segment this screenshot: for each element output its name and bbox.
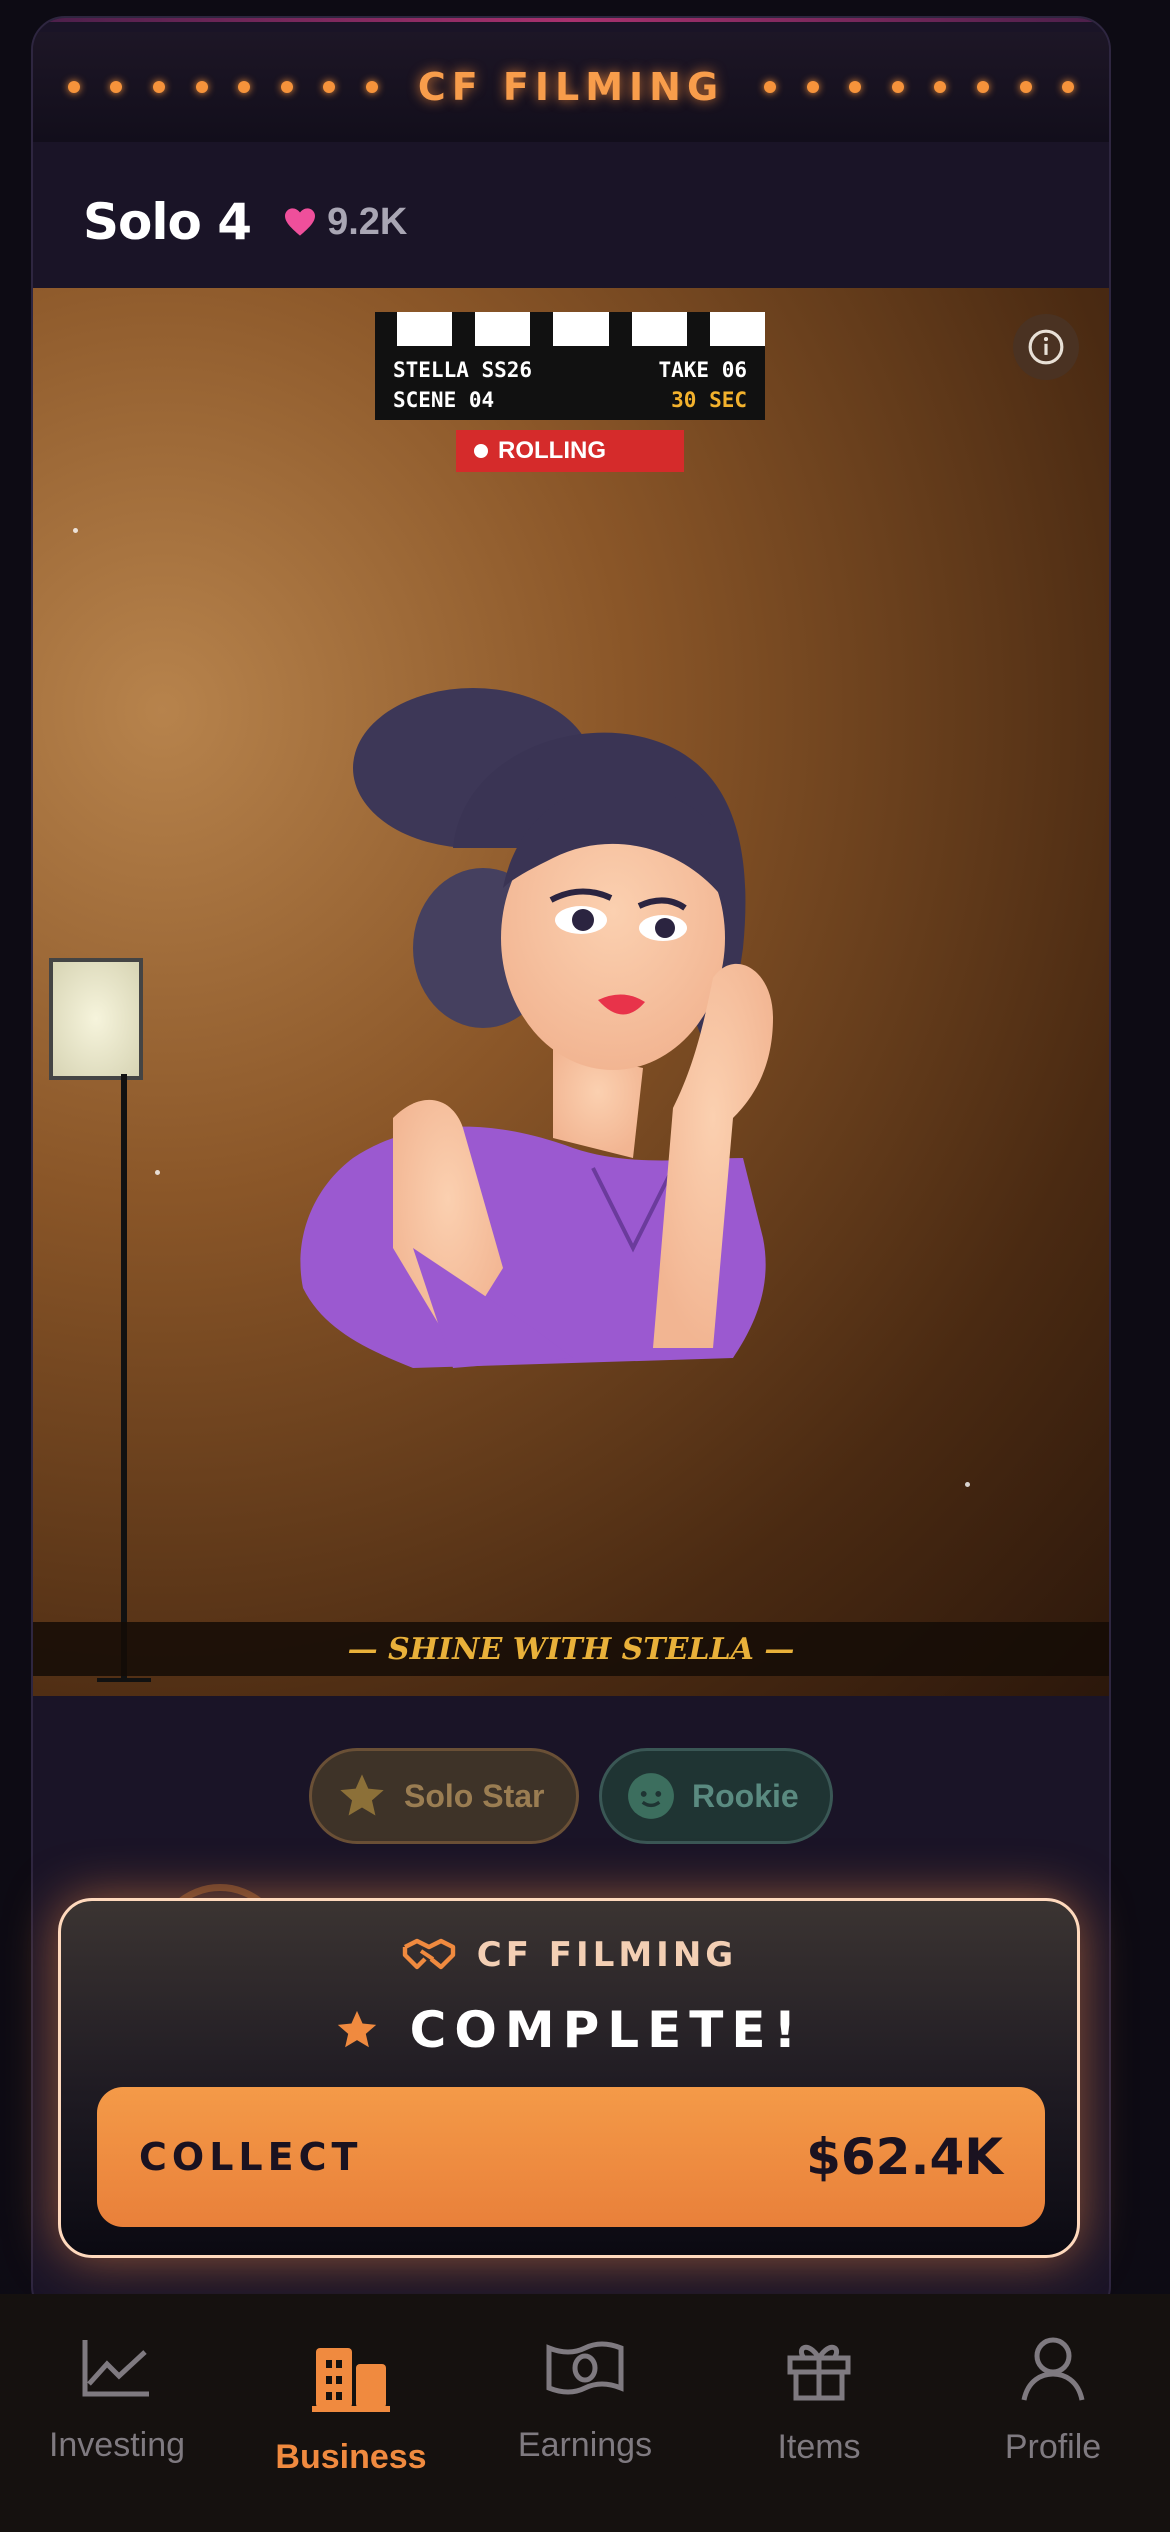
badge-solo-star[interactable]: Solo Star (309, 1748, 579, 1844)
badge-row: Solo Star Rookie (33, 1748, 1109, 1844)
badge-solo-star-label: Solo Star (404, 1777, 545, 1814)
marquee-lights-left (67, 81, 378, 93)
handshake-icon (402, 1938, 455, 1970)
marquee-header: CF FILMING (33, 32, 1109, 142)
actress-illustration (300, 688, 773, 1368)
heart-icon (285, 208, 316, 236)
film-scene: STELLA SS26 TAKE 06 SCENE 04 30 SEC ROLLIN… (33, 288, 1109, 1696)
collect-label: COLLECT (139, 2135, 363, 2179)
nav-earnings-label: Earnings (517, 2426, 653, 2464)
nav-investing-label: Investing (48, 2426, 186, 2464)
banknote-icon (546, 2341, 624, 2395)
card-top-accent (33, 18, 1109, 22)
model-name: Solo 4 (83, 193, 252, 251)
complete-dialog: CF FILMING COMPLETE! COLLECT $62.4K (58, 1898, 1080, 2258)
collect-amount: $62.4K (806, 2128, 1003, 2186)
likes-value: 9.2K (327, 200, 408, 243)
marquee-lights-right (764, 81, 1075, 93)
line-chart-icon (82, 2340, 149, 2397)
dialog-status-text: COMPLETE! (409, 2001, 805, 2059)
nav-profile[interactable]: Profile (936, 2294, 1170, 2532)
nav-profile-label: Profile (1004, 2428, 1102, 2466)
dialog-title: CF FILMING (476, 1935, 738, 1975)
nav-items[interactable]: Items (702, 2294, 936, 2532)
nav-investing[interactable]: Investing (0, 2294, 234, 2532)
user-icon (1021, 2337, 1085, 2401)
nav-business-label: Business (275, 2438, 427, 2476)
marquee-title: CF FILMING (417, 65, 725, 109)
badge-rookie-label: Rookie (692, 1777, 799, 1814)
bottom-nav: Investing Business Earnings Items Profil… (0, 2294, 1170, 2532)
likes-count: 9.2K (283, 201, 407, 244)
model-header: Solo 4 9.2K (83, 193, 407, 251)
dialog-header: CF FILMING (61, 1935, 1077, 1975)
star-icon (340, 1774, 384, 1816)
nav-earnings[interactable]: Earnings (468, 2294, 702, 2532)
nav-items-label: Items (777, 2428, 861, 2466)
scene-banner-text: — SHINE WITH STELLA — (347, 1631, 795, 1667)
scene-banner: — SHINE WITH STELLA — (33, 1622, 1109, 1676)
gift-icon (787, 2344, 851, 2401)
star-icon (337, 2010, 376, 2048)
nav-business[interactable]: Business (234, 2294, 468, 2532)
baby-face-icon (628, 1773, 674, 1819)
buildings-icon (312, 2348, 390, 2412)
dialog-status: COMPLETE! (61, 2001, 1077, 2059)
collect-button[interactable]: COLLECT $62.4K (97, 2087, 1045, 2227)
badge-rookie[interactable]: Rookie (599, 1748, 833, 1844)
